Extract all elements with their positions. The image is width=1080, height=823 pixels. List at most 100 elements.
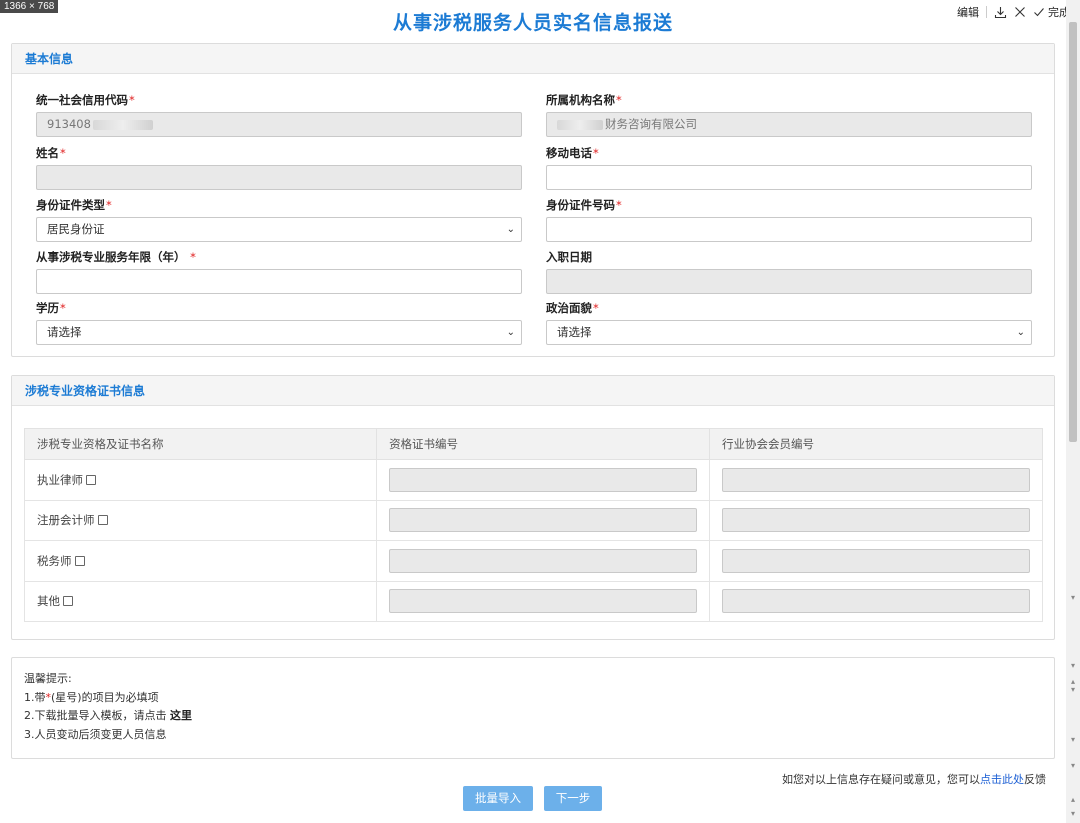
id-type-label: 身份证件类型* (36, 198, 112, 212)
political-field: 政治面貌* 请选择 ⌄ (546, 300, 1032, 345)
mobile-label: 移动电话* (546, 146, 599, 160)
scroll-down-arrow[interactable]: ▾ (1069, 810, 1077, 818)
member-number-input[interactable] (722, 467, 1031, 492)
political-select[interactable]: 请选择 ⌄ (546, 320, 1032, 345)
name-field: 姓名* (36, 145, 522, 190)
done-button[interactable]: 完成 (1033, 4, 1070, 20)
table-row: 其他 (23, 580, 1043, 622)
toolbar: 编辑 完成 (957, 4, 1070, 20)
cert-number-input[interactable] (389, 589, 698, 614)
cert-number-input[interactable] (389, 548, 698, 573)
scroll-up-arrow[interactable]: ▴ (1069, 796, 1077, 804)
chevron-down-icon: ⌄ (506, 224, 515, 235)
years-field: 从事涉税专业服务年限（年） * (36, 249, 522, 294)
cert-table-header: 涉税专业资格及证书名称 资格证书编号 行业协会会员编号 (23, 428, 1043, 460)
basic-info-heading: 基本信息 (12, 44, 1054, 74)
download-icon[interactable] (994, 6, 1007, 19)
cert-number-input[interactable] (389, 467, 698, 492)
feedback-text: 如您对以上信息存在疑问或意见，您可以点击此处反馈 (782, 773, 1046, 786)
tips-line-1: 1.带*(星号)的项目为必填项 (24, 690, 159, 704)
mobile-field: 移动电话* (546, 145, 1032, 190)
table-row: 注册会计师 (23, 499, 1043, 541)
member-number-input[interactable] (722, 508, 1031, 533)
chevron-down-icon: ⌄ (1016, 327, 1025, 338)
cert-name-label: 执业律师 (37, 472, 83, 487)
tips-title: 温馨提示: (24, 672, 72, 685)
check-icon (1034, 8, 1044, 17)
cert-info-panel: 涉税专业资格证书信息 涉税专业资格及证书名称 资格证书编号 行业协会会员编号 执… (11, 375, 1055, 640)
id-type-field: 身份证件类型* 居民身份证 ⌄ (36, 197, 522, 242)
years-input[interactable] (36, 269, 522, 294)
org-name-input[interactable]: 财务咨询有限公司 (546, 112, 1032, 137)
cert-number-cell (376, 459, 711, 501)
member-number-cell (709, 540, 1043, 582)
tips-line-3: 3.人员变动后须变更人员信息 (24, 727, 167, 741)
tips-line-2: 2.下载批量导入模板，请点击 这里 (24, 709, 192, 722)
cert-name-cell: 执业律师 (23, 459, 378, 501)
cert-table: 涉税专业资格及证书名称 资格证书编号 行业协会会员编号 执业律师 注册会计师 税… (23, 428, 1043, 622)
batch-import-button[interactable]: 批量导入 (463, 786, 533, 811)
member-number-cell (709, 580, 1043, 622)
column-header-cert-number: 资格证书编号 (376, 428, 711, 460)
cert-number-cell (376, 540, 711, 582)
edit-button[interactable]: 编辑 (957, 4, 979, 20)
cert-number-cell (376, 499, 711, 541)
scroll-down-arrow[interactable]: ▾ (1069, 686, 1077, 694)
id-number-label: 身份证件号码* (546, 198, 622, 212)
cert-info-heading: 涉税专业资格证书信息 (12, 376, 1054, 406)
table-row: 税务师 (23, 540, 1043, 582)
cert-checkbox[interactable] (63, 596, 73, 607)
id-number-input[interactable] (546, 217, 1032, 242)
redacted-mask (92, 119, 153, 130)
cert-name-cell: 其他 (23, 580, 378, 622)
column-header-cert-name: 涉税专业资格及证书名称 (23, 428, 378, 460)
credit-code-label: 统一社会信用代码* (36, 93, 135, 107)
tips-content: 温馨提示: 1.带*(星号)的项目为必填项 2.下载批量导入模板，请点击 这里 … (12, 658, 1054, 744)
scroll-down-arrow[interactable]: ▾ (1069, 662, 1077, 670)
close-icon[interactable] (1014, 6, 1026, 18)
next-step-button[interactable]: 下一步 (544, 786, 602, 811)
feedback-link[interactable]: 点击此处 (980, 773, 1024, 786)
scroll-down-arrow[interactable]: ▾ (1069, 762, 1077, 770)
name-input[interactable] (36, 165, 522, 190)
cert-checkbox[interactable] (97, 515, 108, 526)
scroll-down-arrow[interactable]: ▾ (1069, 736, 1077, 744)
member-number-input[interactable] (722, 589, 1031, 614)
org-name-label: 所属机构名称* (546, 93, 622, 107)
education-label: 学历* (36, 301, 66, 315)
years-label: 从事涉税专业服务年限（年） * (36, 250, 196, 264)
toolbar-divider (986, 6, 987, 18)
name-label: 姓名* (36, 146, 66, 160)
education-select[interactable]: 请选择 ⌄ (36, 320, 522, 345)
chevron-down-icon: ⌄ (506, 327, 515, 338)
cert-name-cell: 注册会计师 (23, 499, 378, 541)
scrollbar-thumb[interactable] (1069, 22, 1077, 442)
page-title: 从事涉税服务人员实名信息报送 (392, 12, 673, 34)
scroll-down-arrow[interactable]: ▾ (1069, 594, 1077, 602)
id-type-select[interactable]: 居民身份证 ⌄ (36, 217, 522, 242)
vertical-scrollbar[interactable]: ▾ ▾ ▴ ▾ ▾ ▾ ▴ ▾ (1066, 0, 1080, 823)
cert-name-label: 其他 (37, 594, 60, 609)
cert-number-input[interactable] (389, 508, 698, 533)
member-number-cell (709, 459, 1043, 501)
entry-date-input[interactable] (546, 269, 1032, 294)
table-row: 执业律师 (23, 459, 1043, 501)
cert-checkbox[interactable] (74, 555, 85, 566)
member-number-cell (709, 499, 1043, 541)
org-name-field: 所属机构名称* 财务咨询有限公司 (546, 92, 1032, 137)
template-download-link[interactable]: 这里 (170, 709, 192, 722)
member-number-input[interactable] (722, 548, 1031, 573)
cert-checkbox[interactable] (86, 474, 96, 485)
credit-code-input[interactable]: 913408 (36, 112, 522, 137)
column-header-member-number: 行业协会会员编号 (709, 428, 1043, 460)
entry-date-label: 入职日期 (546, 250, 592, 264)
education-field: 学历* 请选择 ⌄ (36, 300, 522, 345)
tips-panel: 温馨提示: 1.带*(星号)的项目为必填项 2.下载批量导入模板，请点击 这里 … (11, 657, 1055, 759)
entry-date-field: 入职日期 (546, 249, 1032, 294)
mobile-input[interactable] (546, 165, 1032, 190)
cert-name-label: 税务师 (37, 553, 72, 568)
cert-name-cell: 税务师 (23, 540, 378, 582)
basic-info-panel: 基本信息 统一社会信用代码* 913408 所属机构名称* 财务咨询有限公司 姓… (11, 43, 1055, 357)
cert-number-cell (376, 580, 711, 622)
credit-code-field: 统一社会信用代码* 913408 (36, 92, 522, 137)
